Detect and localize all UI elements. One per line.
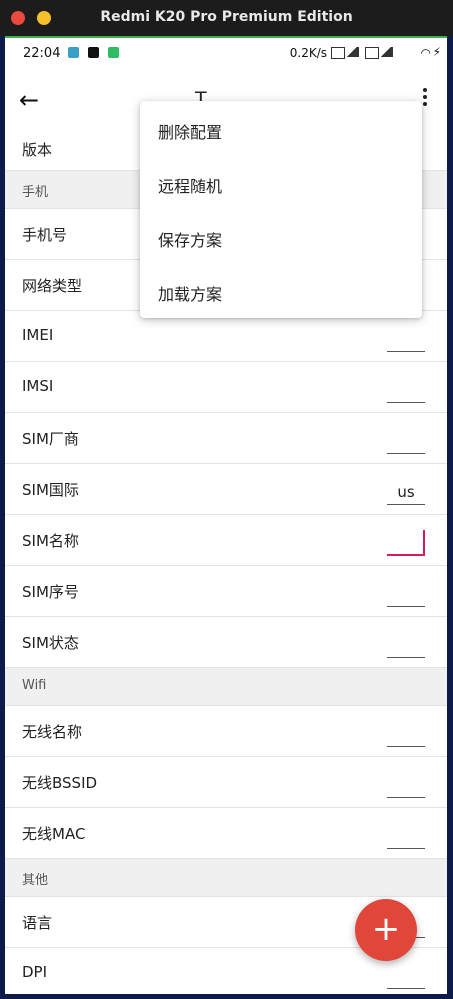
- sim-state-input[interactable]: [387, 635, 425, 658]
- terminal-notification-icon: [88, 47, 99, 58]
- arrow-left-icon[interactable]: ←: [19, 88, 39, 112]
- sim-vendor-input[interactable]: [387, 431, 425, 454]
- plus-icon: +: [371, 909, 401, 949]
- signal-icon: [331, 47, 359, 59]
- section-header-wifi: Wifi: [5, 668, 447, 706]
- list-item-wifi-name[interactable]: 无线名称: [5, 706, 447, 757]
- app-notification-icon: [68, 47, 79, 58]
- list-item-imsi[interactable]: IMSI: [5, 362, 447, 413]
- text-cursor: [423, 530, 425, 554]
- network-speed: 0.2K/s: [289, 46, 327, 60]
- sim-country-input[interactable]: us: [387, 482, 425, 505]
- list-item-sim-name[interactable]: SIM名称: [5, 515, 447, 566]
- list-item-wifi-mac[interactable]: 无线MAC: [5, 808, 447, 859]
- menu-item-delete-config[interactable]: 删除配置: [140, 102, 422, 156]
- list-item-wifi-bssid[interactable]: 无线BSSID: [5, 757, 447, 808]
- list-item-sim-serial[interactable]: SIM序号: [5, 566, 447, 617]
- phone-screen: 22:04 0.2K/s ◠ ⚡ ← T 版本 手机 手机号 网络类型 IMEI…: [5, 36, 447, 994]
- wifi-bssid-input[interactable]: [387, 775, 425, 798]
- menu-item-remote-random[interactable]: 远程随机: [140, 156, 422, 210]
- window-titlebar: Redmi K20 Pro Premium Edition: [0, 0, 453, 36]
- list-item-sim-state[interactable]: SIM状态: [5, 617, 447, 668]
- signal-icon-2: [365, 47, 393, 59]
- window-title: Redmi K20 Pro Premium Edition: [100, 9, 353, 25]
- imsi-input[interactable]: [387, 380, 425, 403]
- battery-charging-icon: ⚡: [432, 45, 441, 59]
- dpi-input[interactable]: [387, 966, 425, 989]
- overflow-menu: 删除配置 远程随机 保存方案 加载方案: [140, 101, 422, 318]
- sim-serial-input[interactable]: [387, 584, 425, 607]
- green-notification-icon: [108, 47, 119, 58]
- wifi-name-input[interactable]: [387, 724, 425, 747]
- add-button[interactable]: +: [355, 899, 417, 961]
- wifi-mac-input[interactable]: [387, 826, 425, 849]
- wifi-icon: ◠: [420, 46, 431, 60]
- more-vert-icon[interactable]: [423, 88, 429, 109]
- menu-item-load-scheme[interactable]: 加载方案: [140, 264, 422, 318]
- imei-input[interactable]: [387, 329, 425, 352]
- sim-name-input[interactable]: [387, 530, 425, 556]
- list-item-sim-country[interactable]: SIM国际 us: [5, 464, 447, 515]
- status-time: 22:04: [23, 46, 61, 61]
- list-item-imei[interactable]: IMEI: [5, 311, 447, 362]
- section-header-other: 其他: [5, 859, 447, 897]
- status-bar: 22:04 0.2K/s ◠ ⚡: [5, 38, 447, 68]
- list-item-sim-vendor[interactable]: SIM厂商: [5, 413, 447, 464]
- menu-item-save-scheme[interactable]: 保存方案: [140, 210, 422, 264]
